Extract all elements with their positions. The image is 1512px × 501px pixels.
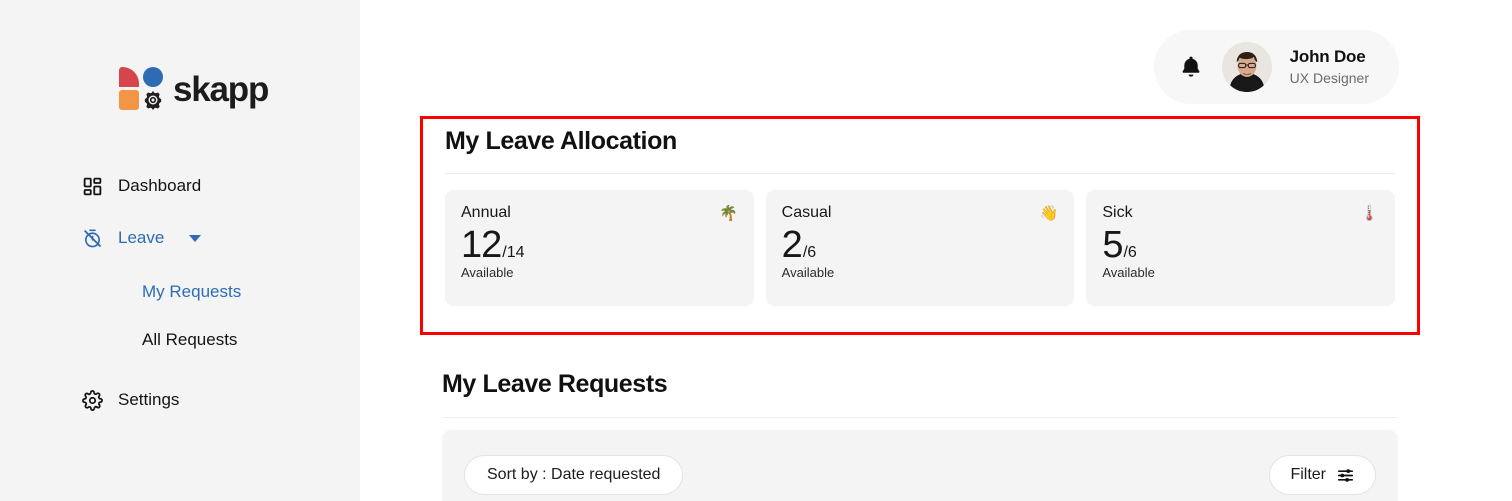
sidebar-item-label-dashboard: Dashboard <box>118 176 202 195</box>
leave-card-caption: Available <box>1102 264 1155 280</box>
leave-allocation-panel: My Leave Allocation Annual 🌴 12 /14 Avai… <box>420 116 1420 335</box>
leave-card-total: /6 <box>802 244 817 261</box>
leave-card-values: 12 /14 <box>461 224 738 266</box>
app-logo[interactable]: skapp <box>0 0 360 111</box>
skapp-logo-icon <box>119 66 164 111</box>
sidebar-item-leave[interactable]: Leave <box>0 221 360 255</box>
leave-card-values: 2 /6 <box>781 224 1059 266</box>
sliders-icon <box>1336 466 1355 485</box>
sort-by-button[interactable]: Sort by : Date requested <box>464 455 684 495</box>
requests-toolbar: Sort by : Date requested Filter <box>442 430 1398 501</box>
requests-divider <box>442 417 1398 418</box>
gear-icon <box>81 389 103 411</box>
page-title-requests: My Leave Requests <box>442 370 668 398</box>
leave-card-header: Sick 🌡️ <box>1102 204 1379 222</box>
palm-tree-emoji: 🌴 <box>718 205 738 222</box>
chevron-down-icon[interactable] <box>189 234 202 242</box>
thermometer-emoji: 🌡️ <box>1360 205 1380 222</box>
sidebar-item-label-leave: Leave <box>118 228 165 247</box>
leave-card-available: 12 <box>461 224 502 266</box>
sidebar-nav: Dashboard Leave My Requests All Requests… <box>0 169 360 417</box>
bell-icon[interactable] <box>1178 52 1204 82</box>
sidebar-subitem-label-my-requests: My Requests <box>142 282 242 301</box>
leave-card-total: /14 <box>502 244 525 261</box>
logo-gear-icon <box>142 89 164 111</box>
logo-red-shape <box>119 67 139 87</box>
main-content: John Doe UX Designer My Leave Allocation… <box>360 0 1512 501</box>
user-meta: John Doe UX Designer <box>1290 47 1369 86</box>
sidebar-item-label-settings: Settings <box>118 390 180 409</box>
leave-card-header: Annual 🌴 <box>461 204 738 222</box>
sidebar-item-my-requests[interactable]: My Requests <box>0 277 360 307</box>
waving-hand-emoji: 👋 <box>1039 205 1059 222</box>
leave-card-caption: Available <box>461 264 514 280</box>
filter-label: Filter <box>1290 466 1326 483</box>
leave-card-annual[interactable]: Annual 🌴 12 /14 Available <box>445 190 754 306</box>
leave-requests-section: My Leave Requests Sort by : Date request… <box>442 370 1398 501</box>
leave-card-name: Annual <box>461 204 511 221</box>
leave-allocation-cards: Annual 🌴 12 /14 Available Casual 👋 2 /6 … <box>445 190 1396 306</box>
sidebar-item-all-requests[interactable]: All Requests <box>0 325 360 355</box>
leave-card-sick[interactable]: Sick 🌡️ 5 /6 Available <box>1086 190 1396 306</box>
top-bar: John Doe UX Designer <box>360 0 1512 104</box>
sort-by-label: Sort by : Date requested <box>487 466 661 483</box>
brand-name: skapp <box>173 70 269 109</box>
page-title-allocation: My Leave Allocation <box>445 127 677 155</box>
leave-card-values: 5 /6 <box>1102 224 1379 266</box>
leave-card-total: /6 <box>1123 244 1137 261</box>
app-root: skapp Dashboard Leave My Requests All Re… <box>0 0 1512 501</box>
user-role: UX Designer <box>1289 69 1369 86</box>
avatar <box>1221 42 1272 92</box>
user-name: John Doe <box>1289 47 1366 67</box>
leave-allocation-inner: My Leave Allocation Annual 🌴 12 /14 Avai… <box>423 119 1417 306</box>
user-profile-pill[interactable]: John Doe UX Designer <box>1153 30 1399 104</box>
leave-card-available: 5 <box>1102 224 1123 266</box>
logo-orange-square <box>119 90 139 110</box>
sidebar-subnav-leave: My Requests All Requests <box>0 277 360 355</box>
leave-card-header: Casual 👋 <box>782 204 1059 222</box>
leave-card-casual[interactable]: Casual 👋 2 /6 Available <box>765 190 1075 306</box>
leave-card-name: Sick <box>1102 204 1133 221</box>
sidebar-item-settings[interactable]: Settings <box>0 383 360 417</box>
sidebar-subitem-label-all-requests: All Requests <box>142 330 238 349</box>
leave-card-available: 2 <box>781 224 803 266</box>
allocation-divider <box>445 173 1395 174</box>
filter-button[interactable]: Filter <box>1269 455 1376 495</box>
leave-card-name: Casual <box>781 204 832 221</box>
timer-off-icon <box>81 227 103 249</box>
logo-blue-circle <box>143 67 163 87</box>
leave-card-caption: Available <box>781 264 835 280</box>
dashboard-grid-icon <box>81 175 103 197</box>
sidebar-item-dashboard[interactable]: Dashboard <box>0 169 360 203</box>
sidebar: skapp Dashboard Leave My Requests All Re… <box>0 0 360 501</box>
